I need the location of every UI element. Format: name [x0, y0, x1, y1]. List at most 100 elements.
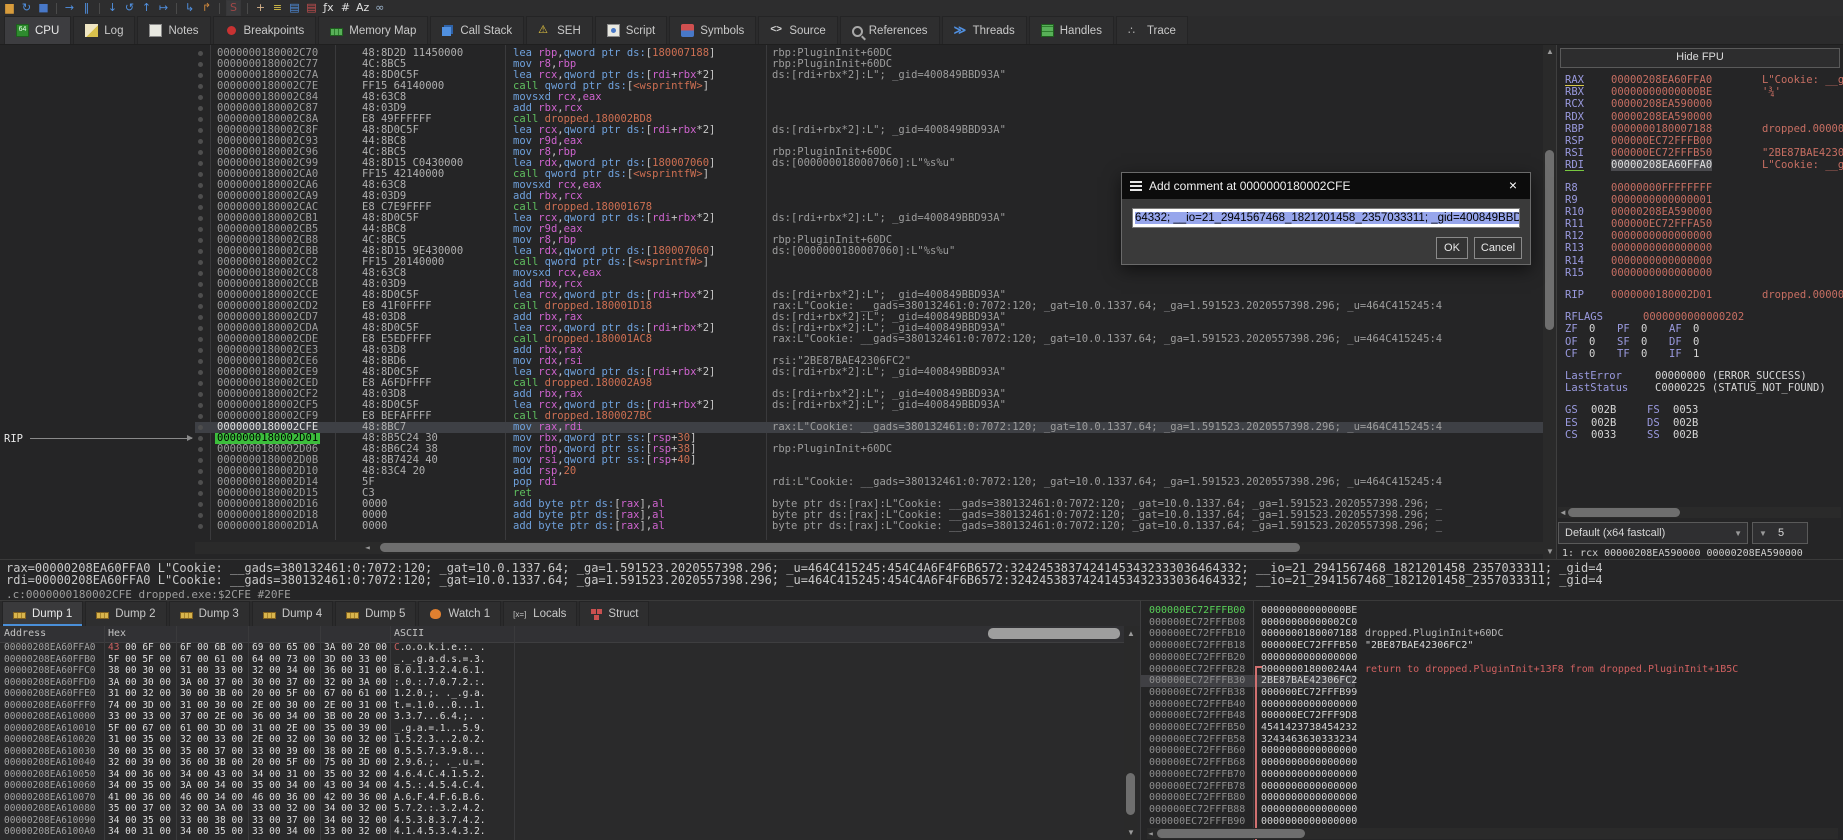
stack-row[interactable]: 000000EC72FFFB400000000000000000: [1141, 699, 1843, 711]
run-icon[interactable]: →: [63, 1, 76, 15]
stack-row[interactable]: 000000EC72FFFB780000000000000000: [1141, 781, 1843, 793]
tab-trace[interactable]: Trace: [1116, 16, 1188, 44]
ok-button[interactable]: OK: [1436, 237, 1468, 259]
dump-row[interactable]: 00000208EA6100105F 00 67 0061 00 3D 0031…: [0, 723, 1124, 735]
scroll-thumb[interactable]: [1126, 773, 1135, 815]
dump-row[interactable]: 00000208EA60FFE031 00 32 0030 00 3B 0020…: [0, 688, 1124, 700]
stack-row[interactable]: 000000EC72FFFB0800000000000002C0: [1141, 617, 1843, 629]
register-row[interactable]: R120000000000000000: [1565, 230, 1843, 242]
scroll-up-icon[interactable]: ▲: [1127, 628, 1135, 639]
breakpoint-dot[interactable]: [198, 513, 203, 518]
register-row[interactable]: R150000000000000000: [1565, 267, 1843, 279]
scroll-left-icon[interactable]: ◄: [365, 542, 370, 553]
breakpoint-dot[interactable]: [198, 370, 203, 375]
register-row[interactable]: RFLAGS0000000000000202: [1565, 311, 1843, 323]
flags-row[interactable]: ZF0PF0AF0: [1565, 323, 1843, 335]
register-row[interactable]: RIP0000000180002D01dropped.00000: [1565, 289, 1843, 301]
disassembly-pane[interactable]: 0000000180002C7048:8D2D 11450000lea rbp,…: [0, 45, 1543, 559]
fx-icon[interactable]: ƒx: [322, 1, 335, 15]
scroll-thumb[interactable]: [380, 543, 1300, 552]
breakpoint-dot[interactable]: [198, 150, 203, 155]
dump-row[interactable]: 00000208EA61009034 00 35 0033 00 38 0033…: [0, 815, 1124, 827]
tab-struct[interactable]: Struct: [579, 601, 649, 626]
dump-row[interactable]: 00000208EA60FFB05F 00 5F 0067 00 61 0064…: [0, 654, 1124, 666]
scroll-left-icon[interactable]: ◄: [1148, 828, 1153, 839]
font-icon[interactable]: Az: [356, 1, 369, 15]
cancel-button[interactable]: Cancel: [1474, 237, 1522, 259]
register-row[interactable]: R140000000000000000: [1565, 255, 1843, 267]
tab-seh[interactable]: SEH: [526, 16, 593, 44]
breakpoint-dot[interactable]: [198, 95, 203, 100]
stack-row[interactable]: 000000EC72FFFB2800000001800024A4return t…: [1141, 664, 1843, 676]
dump-row[interactable]: 00000208EA61005034 00 36 0034 00 43 0034…: [0, 769, 1124, 781]
disassembly-vscrollbar[interactable]: ▲ ▼: [1543, 45, 1556, 559]
dump-hscrollbar[interactable]: [988, 628, 1120, 639]
register-row[interactable]: RCX00000208EA590000: [1565, 98, 1843, 110]
scroll-up-icon[interactable]: ▲: [1546, 46, 1554, 57]
register-row[interactable]: R800000000FFFFFFFF: [1565, 182, 1843, 194]
register-row[interactable]: RDI00000208EA60FFA0L"Cookie: __g: [1565, 159, 1843, 171]
register-row[interactable]: RBX00000000000000BE'¾': [1565, 86, 1843, 98]
register-row[interactable]: RDX00000208EA590000: [1565, 111, 1843, 123]
goggles-icon[interactable]: ∞: [373, 1, 386, 15]
tab-dump4[interactable]: Dump 4: [252, 601, 333, 626]
breakpoint-dot[interactable]: [198, 51, 203, 56]
dump-row[interactable]: 00000208EA60FFA043 00 6F 006F 00 6B 0069…: [0, 642, 1124, 654]
breakpoint-dot[interactable]: [198, 205, 203, 210]
tab-script[interactable]: Script: [595, 16, 667, 44]
tab-cpu[interactable]: CPU: [4, 16, 71, 44]
segment-row[interactable]: GS002BFS0053: [1565, 404, 1843, 416]
breakpoint-dot[interactable]: [198, 337, 203, 342]
restart-icon[interactable]: ↻: [20, 1, 33, 15]
step-into-icon[interactable]: ↓: [106, 1, 119, 15]
tab-dump5[interactable]: Dump 5: [335, 601, 416, 626]
scroll-down-icon[interactable]: ▼: [1546, 546, 1554, 557]
arg-count-spinner[interactable]: ▼ 5: [1752, 522, 1808, 544]
stack-row[interactable]: 000000EC72FFFB880000000000000000: [1141, 804, 1843, 816]
register-row[interactable]: R11000000EC72FFFA50: [1565, 218, 1843, 230]
breakpoint-dot[interactable]: [198, 260, 203, 265]
dump-row[interactable]: 00000208EA60FFC038 00 30 0031 00 33 0032…: [0, 665, 1124, 677]
register-row[interactable]: R130000000000000000: [1565, 242, 1843, 254]
disasm-row[interactable]: 0000000180002D1048:83C4 20add rsp,20: [195, 466, 1543, 477]
dump-row[interactable]: 00000208EA61008035 00 37 0032 00 3A 0033…: [0, 803, 1124, 815]
hide-fpu-button[interactable]: Hide FPU: [1560, 48, 1840, 68]
breakpoint-dot[interactable]: [198, 183, 203, 188]
tab-source[interactable]: Source: [758, 16, 837, 44]
last-status-row[interactable]: LastError00000000 (ERROR_SUCCESS): [1565, 370, 1843, 382]
stack-row[interactable]: 000000EC72FFFB583243463630333234: [1141, 734, 1843, 746]
stop-icon[interactable]: ■: [37, 1, 50, 15]
breakpoint-dot[interactable]: [198, 326, 203, 331]
register-row[interactable]: R90000000000000001: [1565, 194, 1843, 206]
breakpoint-dot[interactable]: [198, 282, 203, 287]
scroll-thumb[interactable]: [1157, 829, 1305, 838]
tab-memory-map[interactable]: Memory Map: [318, 16, 428, 44]
breakpoint-dot[interactable]: [198, 315, 203, 320]
calling-convention-select[interactable]: Default (x64 fastcall) ▼: [1558, 522, 1748, 544]
segment-row[interactable]: ES002BDS002B: [1565, 417, 1843, 429]
disasm-row[interactable]: 0000000180002D145Fpop rdirdi:L"Cookie: _…: [195, 477, 1543, 488]
stack-row[interactable]: 000000EC72FFFB600000000000000000: [1141, 745, 1843, 757]
dump-vscrollbar[interactable]: ▲ ▼: [1124, 626, 1137, 840]
breakpoint-dot[interactable]: [198, 348, 203, 353]
breakpoint-dot[interactable]: [198, 238, 203, 243]
breakpoint-dot[interactable]: [198, 117, 203, 122]
disasm-row[interactable]: 0000000180002D160000add byte ptr ds:[rax…: [195, 499, 1543, 510]
stack-row[interactable]: 000000EC72FFFB100000000180007188dropped.…: [1141, 628, 1843, 640]
comment-input[interactable]: 64332; __io=21_2941567468_1821201458_235…: [1132, 208, 1520, 228]
breakpoint-dot[interactable]: [198, 458, 203, 463]
tab-threads[interactable]: Threads: [942, 16, 1027, 44]
dump-row[interactable]: 00000208EA61006034 00 35 003A 00 34 0035…: [0, 780, 1124, 792]
stack-row[interactable]: 000000EC72FFFB18000000EC72FFFB50"2BE87BA…: [1141, 640, 1843, 652]
breakpoint-dot[interactable]: [198, 227, 203, 232]
stack-row[interactable]: 000000EC72FFFB900000000000000000: [1141, 816, 1843, 828]
breakpoint-dot[interactable]: [198, 502, 203, 507]
flags-row[interactable]: OF0SF0DF0: [1565, 336, 1843, 348]
comments-icon[interactable]: ≡: [271, 1, 284, 15]
tab-watch1[interactable]: Watch 1: [418, 601, 501, 626]
register-row[interactable]: RBP0000000180007188dropped.00000: [1565, 123, 1843, 135]
breakpoint-dot[interactable]: [198, 491, 203, 496]
tab-symbols[interactable]: Symbols: [669, 16, 756, 44]
tab-notes[interactable]: Notes: [137, 16, 210, 44]
breakpoint-dot[interactable]: [198, 128, 203, 133]
